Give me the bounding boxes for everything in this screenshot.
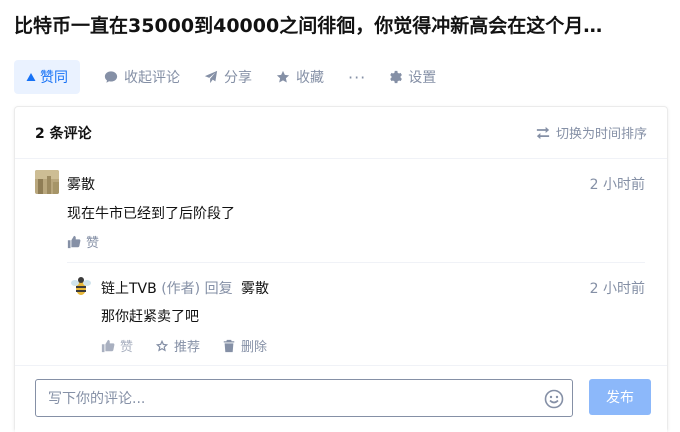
avatar[interactable]: [35, 170, 59, 194]
triangle-up-icon: [26, 73, 36, 81]
reply-to-user[interactable]: 雾散: [241, 281, 269, 297]
comment-bubble-icon: [104, 71, 118, 83]
emoji-icon[interactable]: [544, 389, 564, 409]
vote-up-button[interactable]: 赞同: [14, 60, 80, 94]
like-button[interactable]: 赞: [101, 336, 133, 355]
delete-button[interactable]: 删除: [222, 336, 267, 355]
reply-label: 回复: [204, 281, 233, 297]
reply-time: 2 小时前: [589, 281, 645, 297]
reply-author[interactable]: 链上TVB: [101, 281, 157, 297]
comment-time: 2 小时前: [589, 177, 645, 193]
like-button[interactable]: 赞: [67, 232, 99, 251]
reply-actions: 赞 推荐 删除: [101, 336, 289, 355]
collapse-comments-button[interactable]: 收起评论: [104, 60, 180, 94]
comment-editor-area: 写下你的评论... 发布: [15, 365, 667, 432]
share-button[interactable]: 分享: [204, 60, 252, 94]
reply-content: 那你赶紧卖了吧: [101, 309, 199, 325]
settings-button[interactable]: 设置: [388, 60, 436, 94]
question-title[interactable]: 比特币一直在35000到40000之间徘徊，你觉得冲新高会在这个月…: [14, 12, 678, 40]
collapse-comments-label: 收起评论: [124, 70, 180, 86]
comment-input[interactable]: 写下你的评论...: [35, 379, 573, 417]
comment-author[interactable]: 雾散: [67, 174, 95, 194]
favorite-label: 收藏: [296, 70, 324, 86]
settings-label: 设置: [408, 70, 437, 86]
recommend-button[interactable]: 推荐: [155, 336, 200, 355]
comments-header: 2 条评论 切换为时间排序: [15, 107, 667, 159]
trash-icon: [223, 339, 235, 352]
like-label: 赞: [86, 236, 100, 251]
sort-toggle-label: 切换为时间排序: [555, 127, 647, 142]
favorite-button[interactable]: 收藏: [276, 60, 324, 94]
reply-author-line: 链上TVB (作者) 回复 雾散: [101, 278, 269, 298]
thumbs-up-icon: [101, 339, 115, 352]
gear-icon: [390, 70, 403, 84]
action-bar: 赞同 收起评论 分享 收藏 ··· 设置: [14, 60, 460, 94]
comment-input-placeholder: 写下你的评论...: [48, 391, 146, 407]
avatar[interactable]: [69, 274, 93, 298]
star-outline-icon: [155, 339, 169, 352]
recommend-label: 推荐: [174, 340, 201, 355]
more-dots-icon: ···: [348, 67, 367, 87]
more-button[interactable]: ···: [348, 60, 366, 94]
vote-up-label: 赞同: [40, 70, 68, 86]
reply-divider: [67, 262, 645, 263]
switch-arrows-icon: [536, 126, 550, 139]
star-icon: [276, 70, 290, 83]
like-label: 赞: [120, 340, 134, 355]
delete-label: 删除: [241, 340, 268, 355]
paper-plane-icon: [204, 70, 218, 84]
comment-actions: 赞: [67, 232, 121, 251]
comment-count: 2 条评论: [35, 125, 92, 142]
comment-content: 现在牛市已经到了后阶段了: [67, 206, 235, 222]
submit-comment-button[interactable]: 发布: [589, 379, 651, 415]
author-role-tag: (作者): [161, 281, 201, 297]
comments-panel: 2 条评论 切换为时间排序 雾散 2 小时前 现在牛市已经到了后阶段了 赞 链上…: [14, 106, 668, 432]
thumbs-up-icon: [67, 235, 81, 248]
sort-toggle-button[interactable]: 切换为时间排序: [536, 123, 647, 142]
share-label: 分享: [224, 70, 252, 86]
